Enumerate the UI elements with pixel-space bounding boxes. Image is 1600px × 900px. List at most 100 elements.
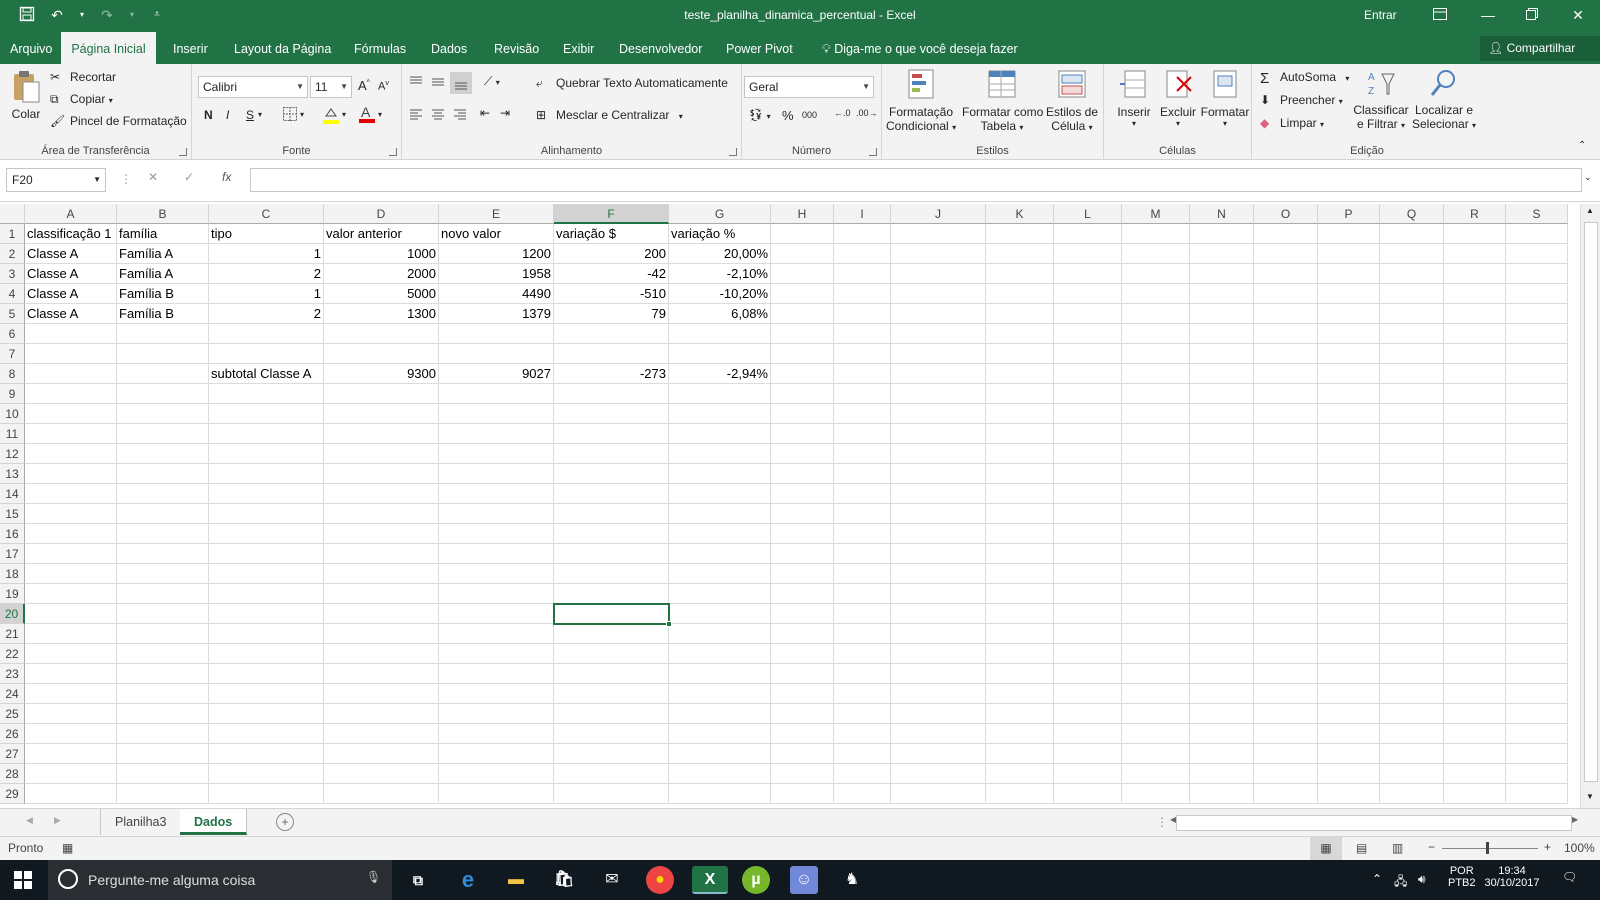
zoom-in-icon[interactable]: +	[1544, 840, 1551, 854]
clipboard-launcher-icon[interactable]	[179, 148, 187, 156]
cell-f19[interactable]	[554, 584, 669, 604]
cell-e4[interactable]: 4490	[439, 284, 554, 304]
page-break-view-icon[interactable]: ▥	[1392, 841, 1403, 855]
column-header-e[interactable]: E	[439, 204, 554, 224]
cell-d3[interactable]: 2000	[324, 264, 439, 284]
column-header-m[interactable]: M	[1122, 204, 1190, 224]
cell-g8[interactable]: -2,94%	[669, 364, 771, 384]
cell-b5[interactable]: Família B	[117, 304, 209, 324]
edge-browser-icon[interactable]: e	[454, 866, 482, 894]
increase-font-icon[interactable]: A^	[358, 78, 370, 93]
align-left-icon[interactable]	[408, 106, 424, 125]
excel-taskbar-icon[interactable]: X	[692, 866, 728, 894]
cell-s11[interactable]	[1506, 424, 1568, 444]
cell-a22[interactable]	[25, 644, 117, 664]
cell-h12[interactable]	[771, 444, 834, 464]
cell-l25[interactable]	[1054, 704, 1122, 724]
cell-f1[interactable]: variação $	[554, 224, 669, 244]
cell-j25[interactable]	[891, 704, 986, 724]
cell-r1[interactable]	[1444, 224, 1506, 244]
cell-m16[interactable]	[1122, 524, 1190, 544]
cell-p9[interactable]	[1318, 384, 1380, 404]
tab-revisao[interactable]: Revisão	[484, 32, 549, 64]
cell-m8[interactable]	[1122, 364, 1190, 384]
cell-m11[interactable]	[1122, 424, 1190, 444]
cell-c29[interactable]	[209, 784, 324, 804]
cell-b20[interactable]	[117, 604, 209, 624]
cell-l7[interactable]	[1054, 344, 1122, 364]
cell-h10[interactable]	[771, 404, 834, 424]
cell-j27[interactable]	[891, 744, 986, 764]
cell-k16[interactable]	[986, 524, 1054, 544]
wrap-text-button[interactable]: ⤶ Quebrar Texto Automaticamente	[536, 76, 728, 92]
cell-d1[interactable]: valor anterior	[324, 224, 439, 244]
cell-c7[interactable]	[209, 344, 324, 364]
column-header-l[interactable]: L	[1054, 204, 1122, 224]
volume-icon[interactable]: 🔊︎	[1418, 872, 1426, 887]
cell-k7[interactable]	[986, 344, 1054, 364]
collapse-ribbon-icon[interactable]: ⌃	[1578, 140, 1586, 151]
cell-f26[interactable]	[554, 724, 669, 744]
cell-o20[interactable]	[1254, 604, 1318, 624]
language-indicator[interactable]: POR PTB2	[1448, 865, 1476, 889]
cell-e21[interactable]	[439, 624, 554, 644]
cell-s28[interactable]	[1506, 764, 1568, 784]
cell-b10[interactable]	[117, 404, 209, 424]
cell-o14[interactable]	[1254, 484, 1318, 504]
cell-k25[interactable]	[986, 704, 1054, 724]
cell-d21[interactable]	[324, 624, 439, 644]
fill-handle[interactable]	[666, 621, 672, 627]
cell-r19[interactable]	[1444, 584, 1506, 604]
cell-h25[interactable]	[771, 704, 834, 724]
cell-a2[interactable]: Classe A	[25, 244, 117, 264]
cell-l11[interactable]	[1054, 424, 1122, 444]
cell-m15[interactable]	[1122, 504, 1190, 524]
microphone-icon[interactable]: 🎙︎	[366, 870, 381, 884]
row-header-9[interactable]: 9	[0, 384, 25, 404]
cell-o9[interactable]	[1254, 384, 1318, 404]
cell-n29[interactable]	[1190, 784, 1254, 804]
cell-g29[interactable]	[669, 784, 771, 804]
cell-m10[interactable]	[1122, 404, 1190, 424]
cell-l5[interactable]	[1054, 304, 1122, 324]
cell-b4[interactable]: Família B	[117, 284, 209, 304]
cell-k19[interactable]	[986, 584, 1054, 604]
cell-j14[interactable]	[891, 484, 986, 504]
cell-d29[interactable]	[324, 784, 439, 804]
cell-e8[interactable]: 9027	[439, 364, 554, 384]
cell-b8[interactable]	[117, 364, 209, 384]
cell-i9[interactable]	[834, 384, 891, 404]
cell-j18[interactable]	[891, 564, 986, 584]
formula-input[interactable]	[250, 168, 1582, 192]
cell-g10[interactable]	[669, 404, 771, 424]
tab-dados[interactable]: Dados	[421, 32, 477, 64]
cell-b2[interactable]: Família A	[117, 244, 209, 264]
autosum-button[interactable]: Σ AutoSoma ▾	[1260, 70, 1349, 87]
number-format-combo[interactable]: Geral ▼	[744, 76, 874, 98]
paste-button[interactable]: Colar	[8, 70, 44, 138]
cell-j6[interactable]	[891, 324, 986, 344]
row-header-4[interactable]: 4	[0, 284, 25, 304]
cell-o3[interactable]	[1254, 264, 1318, 284]
cell-b14[interactable]	[117, 484, 209, 504]
cell-e10[interactable]	[439, 404, 554, 424]
normal-view-icon[interactable]: ▦	[1310, 837, 1342, 860]
cell-f11[interactable]	[554, 424, 669, 444]
cell-p19[interactable]	[1318, 584, 1380, 604]
underline-button[interactable]: S	[246, 108, 254, 122]
cell-c10[interactable]	[209, 404, 324, 424]
cell-n14[interactable]	[1190, 484, 1254, 504]
cell-s29[interactable]	[1506, 784, 1568, 804]
cell-i6[interactable]	[834, 324, 891, 344]
cell-s4[interactable]	[1506, 284, 1568, 304]
cell-a17[interactable]	[25, 544, 117, 564]
cell-s10[interactable]	[1506, 404, 1568, 424]
cell-q27[interactable]	[1380, 744, 1444, 764]
scroll-right-icon[interactable]: ▶	[1572, 815, 1578, 824]
fill-color-dropdown-icon[interactable]: ▾	[342, 110, 346, 119]
cell-d23[interactable]	[324, 664, 439, 684]
format-cells-button[interactable]: Formatar ▾	[1200, 68, 1250, 128]
cell-j10[interactable]	[891, 404, 986, 424]
cell-d25[interactable]	[324, 704, 439, 724]
cell-j20[interactable]	[891, 604, 986, 624]
